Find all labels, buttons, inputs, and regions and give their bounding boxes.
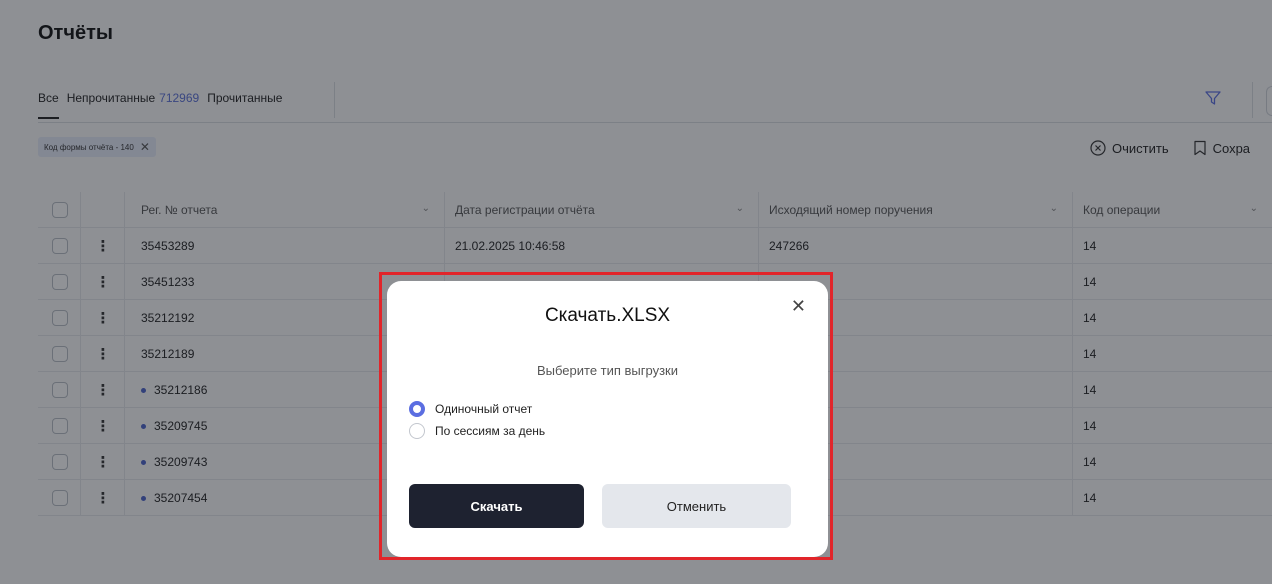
option-sessions-per-day-label: По сессиям за день <box>435 424 546 438</box>
radio-sessions-per-day[interactable] <box>409 423 425 439</box>
option-single-report-label: Одиночный отчет <box>435 402 533 416</box>
download-dialog: ✕ Скачать.XLSX Выберите тип выгрузки Оди… <box>387 281 828 557</box>
radio-single-report[interactable] <box>409 401 425 417</box>
option-sessions-per-day[interactable]: По сессиям за день <box>409 423 545 439</box>
cancel-button[interactable]: Отменить <box>602 484 791 528</box>
option-single-report[interactable]: Одиночный отчет <box>409 401 532 417</box>
download-button[interactable]: Скачать <box>409 484 584 528</box>
dialog-title: Скачать.XLSX <box>544 305 671 326</box>
dialog-subtitle: Выберите тип выгрузки <box>536 363 679 378</box>
reports-page: Отчёты Все Непрочитанные 712969 Прочитанн… <box>0 0 1272 584</box>
